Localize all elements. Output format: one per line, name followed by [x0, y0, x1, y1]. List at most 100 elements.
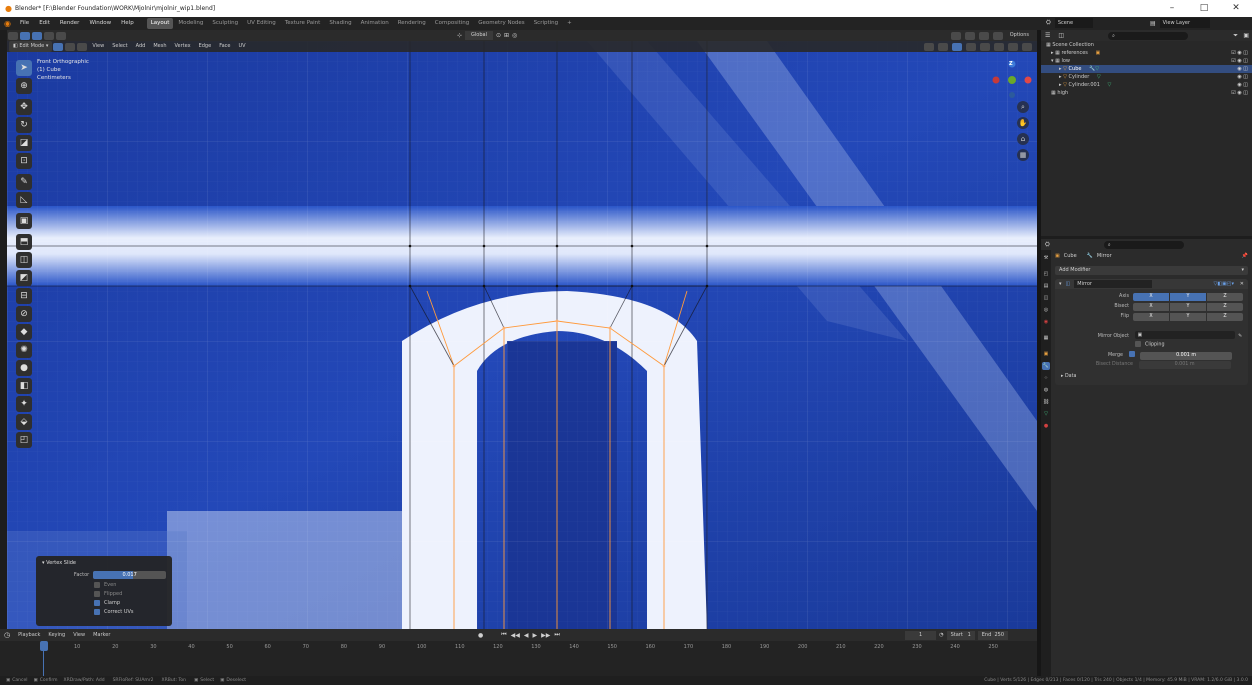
menu-marker[interactable]: Marker — [89, 630, 114, 641]
shrink-fatten-tool-icon[interactable]: ✦ — [16, 396, 32, 412]
menu-edit[interactable]: Edit — [34, 17, 55, 30]
menu-edge[interactable]: Edge — [195, 41, 216, 52]
menu-render[interactable]: Render — [55, 17, 85, 30]
mesh-y-icon[interactable] — [978, 31, 989, 40]
measure-tool-icon[interactable]: ◺ — [16, 192, 32, 208]
correct-uvs-check-box[interactable] — [94, 608, 100, 615]
jump-start-icon[interactable]: ⏮ — [501, 631, 506, 639]
properties-search[interactable]: ⌕ — [1103, 240, 1184, 249]
menu-vertex[interactable]: Vertex — [171, 41, 195, 52]
flipped-checkbox[interactable]: Flipped — [94, 590, 172, 599]
outliner-item-cylinder[interactable]: ▸ ▽ Cylinder ▽ ◉ ◫ — [1041, 73, 1252, 81]
start-field[interactable]: Start 1 — [946, 630, 975, 640]
material-shading-icon[interactable] — [1008, 42, 1018, 51]
visibility-toggles[interactable]: ☑ ◉ ◫ — [1231, 89, 1248, 97]
timeline-editor-icon[interactable]: ◷ — [0, 631, 14, 639]
pan-hand-icon[interactable]: ✋ — [1017, 117, 1029, 129]
overlays-icon[interactable] — [952, 42, 962, 51]
camera-view-icon[interactable]: ⌂ — [1017, 133, 1029, 145]
current-frame-cursor[interactable] — [40, 641, 48, 651]
next-keyframe-icon[interactable]: ▶▶ — [541, 632, 550, 639]
visibility-toggles[interactable]: ◉ ◫ — [1237, 73, 1248, 81]
mirror-flip-z-toggle[interactable]: Z — [1207, 313, 1243, 321]
mirror-bisect-x-toggle[interactable]: X — [1133, 303, 1169, 311]
merge-distance-field[interactable]: 0.001 m — [1140, 351, 1233, 360]
outliner-search[interactable]: ⌕ — [1108, 31, 1189, 40]
tool-tab-icon[interactable]: ⚒ — [1042, 254, 1050, 262]
clamp-checkbox[interactable]: Clamp — [94, 599, 172, 608]
tab-scripting[interactable]: Scripting — [530, 18, 562, 29]
timeline-area[interactable]: 1102030405060708090100110120130140150160… — [0, 641, 1037, 676]
outliner-item-cube[interactable]: ▸ ▽ Cube 🔧▽ ◉ ◫ — [1041, 65, 1252, 73]
wireframe-shading-icon[interactable] — [980, 42, 990, 51]
blender-menu-icon[interactable]: ◉ — [0, 19, 15, 28]
cursor-tool-icon[interactable]: ⊕ — [16, 78, 32, 94]
output-tab-icon[interactable]: ▤ — [1042, 282, 1050, 290]
data-tab-icon[interactable]: ▽ — [1042, 410, 1050, 418]
view-layer-selector[interactable]: ▤ View Layer — [1150, 18, 1211, 28]
add-modifier-dropdown[interactable]: Add Modifier ▾ — [1055, 266, 1248, 275]
tab-layout[interactable]: Layout — [146, 18, 174, 29]
editor-type-icon[interactable] — [8, 31, 18, 40]
clipping-row[interactable]: Clipping — [1135, 341, 1165, 349]
timeline-ruler[interactable]: 1102030405060708090100110120130140150160… — [0, 641, 1037, 651]
outliner-item-cylinder-001[interactable]: ▸ ▽ Cylinder.001 ▽ ◉ ◫ — [1041, 81, 1252, 89]
add-workspace-button[interactable]: + — [563, 18, 576, 29]
clamp-check-box[interactable] — [94, 599, 100, 606]
menu-timeline-view[interactable]: View — [69, 630, 89, 641]
solid-shading-icon[interactable] — [994, 42, 1004, 51]
smooth-tool-icon[interactable]: ● — [16, 360, 32, 376]
inset-tool-icon[interactable]: ◫ — [16, 252, 32, 268]
menu-select[interactable]: Select — [108, 41, 131, 52]
tab-modeling[interactable]: Modeling — [174, 18, 207, 29]
end-field[interactable]: End 250 — [977, 630, 1008, 640]
render-tab-icon[interactable]: ◰ — [1042, 270, 1050, 278]
gizmo-toggle-icon[interactable] — [938, 42, 948, 51]
filter-icon[interactable]: ⏷ — [1233, 32, 1238, 40]
select-mode-new-icon[interactable] — [32, 31, 42, 40]
3d-viewport[interactable]: ◧ Edit Mode ▾ View Select Add Mesh Verte… — [7, 41, 1037, 629]
object-tab-icon[interactable]: ▣ — [1042, 350, 1050, 358]
tab-sculpting[interactable]: Sculpting — [208, 18, 242, 29]
xray-toggle-icon[interactable] — [966, 42, 976, 51]
outliner-editor-icon[interactable]: ☰ — [1041, 32, 1054, 39]
rip-region-tool-icon[interactable]: ◰ — [16, 432, 32, 448]
play-icon[interactable]: ▶ — [533, 632, 538, 639]
menu-keying[interactable]: Keying — [44, 630, 69, 641]
mesh-edit-toggles[interactable]: ▽◧▣◰▾ — [1213, 281, 1234, 287]
collapse-icon[interactable]: ▾ — [1059, 281, 1062, 287]
outliner-item-references[interactable]: ▸ ▦ references ▣ ☑ ◉ ◫ — [1041, 49, 1252, 57]
flipped-check-box[interactable] — [94, 590, 100, 597]
edge-slide-tool-icon[interactable]: ◧ — [16, 378, 32, 394]
play-reverse-icon[interactable]: ◀ — [524, 632, 529, 639]
zoom-icon[interactable]: ⌕ — [1017, 101, 1029, 113]
outliner-item-high[interactable]: ▦ high ☑ ◉ ◫ — [1041, 89, 1252, 97]
snap-icon[interactable]: ⊞ — [504, 32, 509, 39]
menu-view[interactable]: View — [88, 41, 108, 52]
constraints-tab-icon[interactable]: ⛓ — [1042, 398, 1050, 406]
menu-window[interactable]: Window — [84, 17, 116, 30]
close-button[interactable]: ✕ — [1220, 0, 1252, 17]
mode-dropdown[interactable]: ◧ Edit Mode ▾ — [9, 41, 53, 52]
scene-tab-icon[interactable]: ◎ — [1042, 306, 1050, 314]
visibility-icon[interactable] — [924, 42, 934, 51]
scene-collection-row[interactable]: ▦ Scene Collection — [1041, 41, 1252, 49]
rendered-shading-icon[interactable] — [1022, 42, 1032, 51]
menu-uv[interactable]: UV — [235, 41, 250, 52]
mirror-bisect-z-toggle[interactable]: Z — [1207, 303, 1243, 311]
menu-face[interactable]: Face — [215, 41, 234, 52]
modifier-name-field[interactable]: Mirror — [1074, 280, 1152, 288]
face-select-icon[interactable] — [77, 42, 88, 51]
options-button[interactable]: Options — [1006, 30, 1033, 41]
vertex-select-icon[interactable] — [53, 42, 64, 51]
display-mode-icon[interactable]: ◫ — [1054, 32, 1068, 39]
record-icon[interactable]: ● — [478, 632, 483, 639]
properties-editor-icon[interactable]: ⛭ — [1041, 241, 1054, 249]
menu-help[interactable]: Help — [116, 17, 139, 30]
new-collection-icon[interactable]: ▣ — [1243, 32, 1249, 39]
menu-file[interactable]: File — [15, 17, 34, 30]
mirror-axis-x-toggle[interactable]: X — [1133, 293, 1169, 301]
prev-keyframe-icon[interactable]: ◀◀ — [511, 632, 520, 639]
edge-select-icon[interactable] — [65, 42, 76, 51]
modifier-tab-icon[interactable]: 🔧 — [1042, 362, 1050, 370]
